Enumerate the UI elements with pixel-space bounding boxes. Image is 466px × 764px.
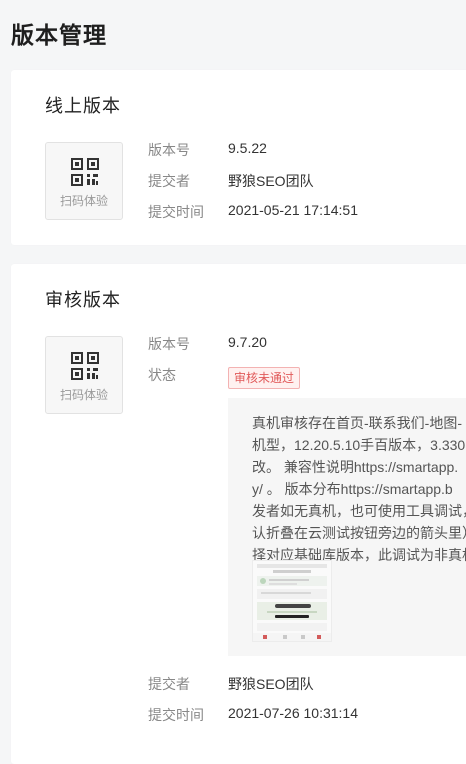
reason-text-line: 改。 兼容性说明https://smartapp. (252, 459, 459, 475)
online-scan-qr-button[interactable]: 扫码体验 (45, 142, 123, 220)
submit-time-label: 提交时间 (148, 707, 204, 723)
review-version-card: 审核版本 扫码体验 版本号 9.7.20 状态 审核未通过 真机审核存在首页-联… (11, 264, 466, 764)
rejection-reason-panel: 真机审核存在首页-联系我们-地图- 机型，12.20.5.10手百版本，3.33… (228, 398, 466, 656)
reason-text-line: 认折叠在云测试按钮旁边的箭头里） (252, 525, 466, 541)
submitter-label: 提交者 (148, 676, 190, 692)
submit-time-label: 提交时间 (148, 204, 204, 220)
reason-text-line: 发者如无真机，也可使用工具调试， (252, 503, 466, 519)
submit-time-value: 2021-05-21 17:14:51 (228, 202, 358, 218)
submitter-label: 提交者 (148, 173, 190, 189)
screenshot-thumbnail[interactable] (252, 560, 332, 642)
reason-text-line: 机型，12.20.5.10手百版本，3.330 (252, 437, 466, 453)
qr-code-icon (71, 158, 99, 186)
version-label: 版本号 (148, 336, 190, 352)
qr-label: 扫码体验 (59, 388, 108, 402)
review-scan-qr-button[interactable]: 扫码体验 (45, 336, 123, 414)
online-version-title: 线上版本 (45, 96, 121, 116)
review-version-title: 审核版本 (45, 290, 121, 310)
submitter-value: 野狼SEO团队 (228, 676, 314, 692)
submit-time-value: 2021-07-26 10:31:14 (228, 705, 358, 721)
reason-text-line: 真机审核存在首页-联系我们-地图- (252, 415, 462, 431)
phone-screenshot-image (253, 561, 331, 641)
page-title: 版本管理 (11, 22, 107, 48)
version-value: 9.5.22 (228, 140, 267, 156)
submitter-value: 野狼SEO团队 (228, 173, 314, 189)
reason-text-line: y/ 。 版本分布https://smartapp.b (252, 481, 453, 497)
status-badge: 审核未通过 (228, 367, 301, 389)
version-value: 9.7.20 (228, 334, 267, 350)
status-label: 状态 (148, 367, 176, 383)
online-version-card: 线上版本 扫码体验 版本号 9.5.22 提交者 野狼SEO团队 提交时间 20… (11, 70, 466, 245)
qr-code-icon (71, 352, 99, 380)
version-label: 版本号 (148, 142, 190, 158)
qr-label: 扫码体验 (59, 194, 108, 208)
